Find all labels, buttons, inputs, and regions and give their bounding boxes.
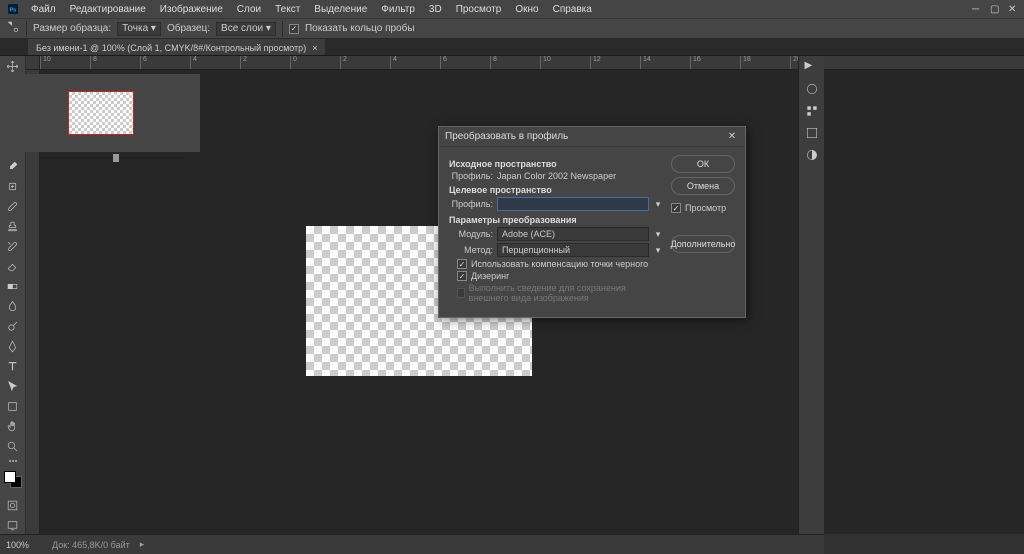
swatches-panel-icon[interactable] [805, 104, 819, 118]
dodge-tool-icon[interactable] [4, 318, 22, 335]
shape-tool-icon[interactable] [4, 398, 22, 415]
source-profile-label: Профиль: [449, 171, 493, 181]
menu-view[interactable]: Просмотр [449, 2, 509, 17]
heal-tool-icon[interactable] [4, 178, 22, 195]
ruler-corner [26, 56, 40, 70]
chevron-down-icon[interactable]: ▾ [653, 199, 663, 210]
libraries-panel-icon[interactable] [805, 126, 819, 140]
tool-preset-icon[interactable] [6, 20, 20, 37]
window-close-icon[interactable]: ✕ [1008, 4, 1018, 14]
intent-dropdown[interactable]: Перцепционный [497, 243, 649, 257]
dither-label: Дизеринг [471, 271, 509, 281]
navigator-thumbnail[interactable] [68, 91, 134, 135]
engine-label: Модуль: [449, 229, 493, 239]
dither-checkbox[interactable]: ✓ [457, 271, 467, 281]
stamp-tool-icon[interactable] [4, 218, 22, 235]
svg-text:Ps: Ps [10, 8, 17, 14]
menu-text[interactable]: Текст [268, 2, 307, 17]
dest-profile-label: Профиль: [449, 199, 493, 209]
window-minimize-icon[interactable]: ─ [972, 4, 982, 14]
menu-help[interactable]: Справка [546, 2, 599, 17]
engine-dropdown[interactable]: Adobe (ACE) [497, 227, 649, 241]
source-profile-value: Japan Color 2002 Newspaper [497, 171, 616, 181]
blackpoint-label: Использовать компенсацию точки черного [471, 259, 648, 269]
preview-checkbox[interactable]: ✓ [671, 203, 681, 213]
ok-button[interactable]: ОК [671, 155, 735, 173]
conversion-options-header: Параметры преобразования [449, 215, 663, 225]
color-swatch[interactable] [4, 471, 22, 488]
history-brush-tool-icon[interactable] [4, 238, 22, 255]
cancel-button[interactable]: Отмена [671, 177, 735, 195]
dest-space-header: Целевое пространство [449, 185, 663, 195]
hand-tool-icon[interactable] [4, 418, 22, 435]
blackpoint-checkbox[interactable]: ✓ [457, 259, 467, 269]
show-ring-checkbox[interactable]: ✓ [289, 24, 299, 34]
zoom-tool-icon[interactable] [4, 438, 22, 455]
dialog-close-icon[interactable]: ✕ [725, 130, 739, 144]
menu-3d[interactable]: 3D [422, 2, 449, 17]
window-maximize-icon[interactable]: ▢ [990, 4, 1000, 14]
document-tab-bar: Без имени-1 @ 100% (Слой 1, CMYK/8#/Конт… [0, 38, 1024, 56]
menu-filter[interactable]: Фильтр [374, 2, 422, 17]
type-tool-icon[interactable] [4, 358, 22, 375]
sample-label: Образец: [167, 23, 210, 34]
menu-window[interactable]: Окно [508, 2, 545, 17]
show-ring-label: Показать кольцо пробы [305, 23, 415, 34]
screen-mode-icon[interactable] [4, 517, 22, 534]
options-bar: Размер образца: Точка ▾ Образец: Все сло… [0, 18, 1024, 38]
chevron-down-icon[interactable]: ▾ [653, 229, 663, 240]
advanced-button[interactable]: Дополнительно [671, 235, 735, 253]
path-select-tool-icon[interactable] [4, 378, 22, 395]
chevron-down-icon[interactable]: ▾ [653, 245, 663, 256]
source-space-header: Исходное пространство [449, 159, 663, 169]
tab-close-icon[interactable]: × [312, 43, 317, 53]
convert-to-profile-dialog: Преобразовать в профиль ✕ Исходное прост… [438, 126, 746, 318]
menu-edit[interactable]: Редактирование [63, 2, 153, 17]
collapsed-panel-strip: ▶ [798, 56, 824, 534]
move-tool-icon[interactable] [4, 58, 22, 75]
navigator-panel [1, 74, 200, 152]
pen-tool-icon[interactable] [4, 338, 22, 355]
ruler-horizontal[interactable]: 10864 2024 681012 14161820 [40, 56, 1024, 70]
sample-size-label: Размер образца: [33, 23, 111, 34]
blur-tool-icon[interactable] [4, 298, 22, 315]
flatten-label: Выполнить сведение для сохранения внешне… [469, 283, 663, 303]
menu-file[interactable]: Файл [24, 2, 63, 17]
menu-image[interactable]: Изображение [153, 2, 230, 17]
doc-size-label: Док: 465,8K/0 байт [52, 540, 130, 550]
sample-size-dropdown[interactable]: Точка ▾ [117, 22, 161, 36]
dialog-title: Преобразовать в профиль [445, 131, 568, 142]
eyedropper-tool-icon[interactable] [4, 158, 22, 175]
adjustments-panel-icon[interactable] [805, 148, 819, 162]
color-panel-icon[interactable] [805, 82, 819, 96]
edit-toolbar-icon[interactable] [4, 458, 22, 464]
sample-dropdown[interactable]: Все слои ▾ [216, 22, 276, 36]
gradient-tool-icon[interactable] [4, 278, 22, 295]
status-bar: Док: 465,8K/0 байт ▸ [0, 534, 824, 554]
menu-bar: Ps Файл Редактирование Изображение Слои … [0, 0, 1024, 18]
preview-label: Просмотр [685, 203, 726, 213]
brush-tool-icon[interactable] [4, 198, 22, 215]
app-logo-icon: Ps [6, 2, 20, 16]
history-panel-icon[interactable]: ▶ [805, 60, 819, 74]
dest-profile-dropdown[interactable] [497, 197, 649, 211]
document-tab[interactable]: Без имени-1 @ 100% (Слой 1, CMYK/8#/Конт… [28, 39, 325, 55]
intent-label: Метод: [449, 245, 493, 255]
flatten-checkbox [457, 288, 465, 298]
navigator-zoom-slider[interactable] [41, 157, 184, 159]
dialog-titlebar[interactable]: Преобразовать в профиль ✕ [439, 127, 745, 147]
zoom-field[interactable] [6, 540, 42, 550]
eraser-tool-icon[interactable] [4, 258, 22, 275]
quick-mask-icon[interactable] [4, 497, 22, 514]
menu-layers[interactable]: Слои [230, 2, 268, 17]
menu-select[interactable]: Выделение [307, 2, 374, 17]
